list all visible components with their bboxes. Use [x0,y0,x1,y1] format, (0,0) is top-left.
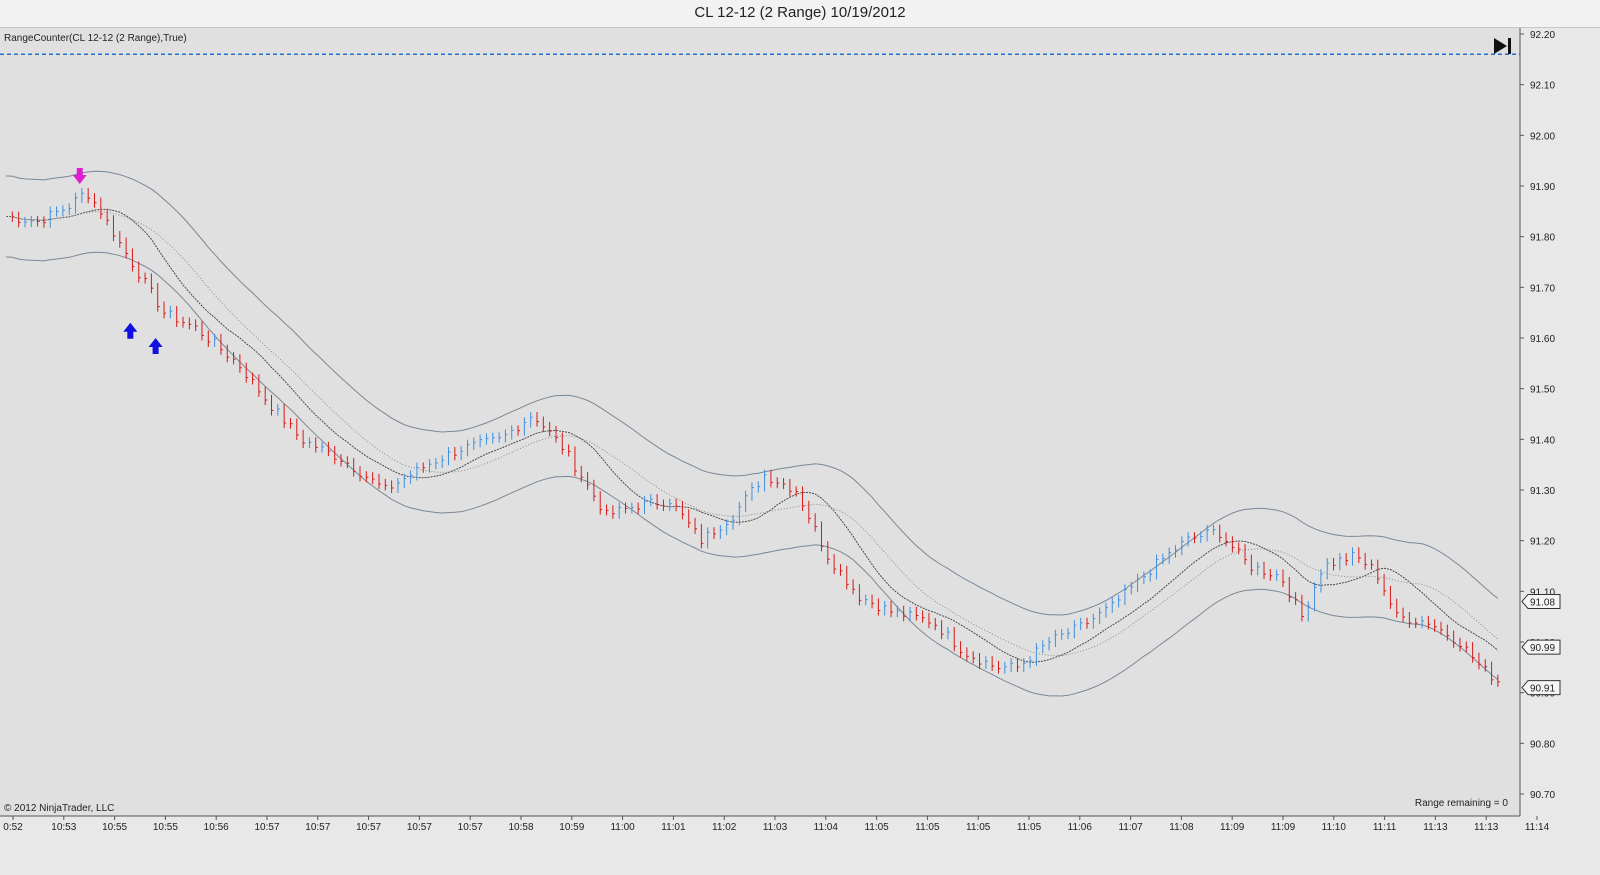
x-tick-label: 11:08 [1169,822,1194,833]
y-tick-label: 91.30 [1530,486,1555,497]
x-tick-label: 11:14 [1525,822,1550,833]
y-tick-label: 91.70 [1530,283,1555,294]
price-marker-label: 91.08 [1530,597,1555,608]
range-remaining-text: Range remaining = 0 [1415,798,1509,809]
x-tick-label: 10:57 [356,822,381,833]
y-tick-label: 91.50 [1530,385,1555,396]
y-tick-label: 92.10 [1530,81,1555,92]
x-tick-label: 11:02 [712,822,737,833]
plot-background [0,28,1520,816]
x-tick-label: 10:56 [204,822,229,833]
x-tick-label: 10:57 [254,822,279,833]
price-marker-label: 90.91 [1530,684,1555,695]
x-tick-label: 11:00 [610,822,635,833]
x-tick-label: 10:57 [407,822,432,833]
x-tick-label: 11:13 [1423,822,1448,833]
x-tick-label: 11:06 [1068,822,1093,833]
x-tick-label: 11:09 [1220,822,1245,833]
x-tick-label: 11:05 [966,822,991,833]
y-tick-label: 90.70 [1530,790,1555,801]
x-tick-label: 10:55 [153,822,178,833]
x-tick-label: 11:05 [915,822,940,833]
x-tick-label: 10:59 [559,822,584,833]
x-tick-label: 11:05 [1017,822,1042,833]
x-tick-label: 10:53 [51,822,76,833]
x-tick-label: 10:55 [102,822,127,833]
x-tick-label: 11:07 [1118,822,1143,833]
x-tick-label: 11:05 [864,822,889,833]
y-tick-label: 91.90 [1530,182,1555,193]
x-tick-label: 10:58 [508,822,533,833]
x-tick-label: 10:57 [458,822,483,833]
x-tick-label: 11:11 [1373,822,1397,833]
x-tick-label: 0:52 [3,822,23,833]
price-chart[interactable]: 92.20 92.10 92.00 91.90 91.80 91.70 91.60 91.50… [0,0,1600,875]
x-tick-label: 11:09 [1271,822,1296,833]
price-marker-label: 90.99 [1530,643,1555,654]
x-tick-label: 11:13 [1474,822,1499,833]
y-tick-label: 92.20 [1530,30,1555,41]
y-tick-label: 91.60 [1530,334,1555,345]
y-tick-label: 91.40 [1530,435,1555,446]
x-tick-label: 11:10 [1322,822,1347,833]
y-tick-label: 92.00 [1530,131,1555,142]
x-tick-label: 11:01 [661,822,686,833]
y-tick-label: 91.20 [1530,537,1555,548]
x-tick-label: 11:04 [814,822,839,833]
y-tick-label: 90.80 [1530,739,1555,750]
y-tick-label: 91.80 [1530,233,1555,244]
copyright-text: © 2012 NinjaTrader, LLC [4,803,114,814]
indicator-label: RangeCounter(CL 12-12 (2 Range),True) [4,33,187,44]
x-tick-label: 10:57 [305,822,330,833]
chart-window: CL 12-12 (2 Range) 10/19/2012 92.20 92.10… [0,0,1600,875]
x-tick-label: 11:03 [763,822,788,833]
